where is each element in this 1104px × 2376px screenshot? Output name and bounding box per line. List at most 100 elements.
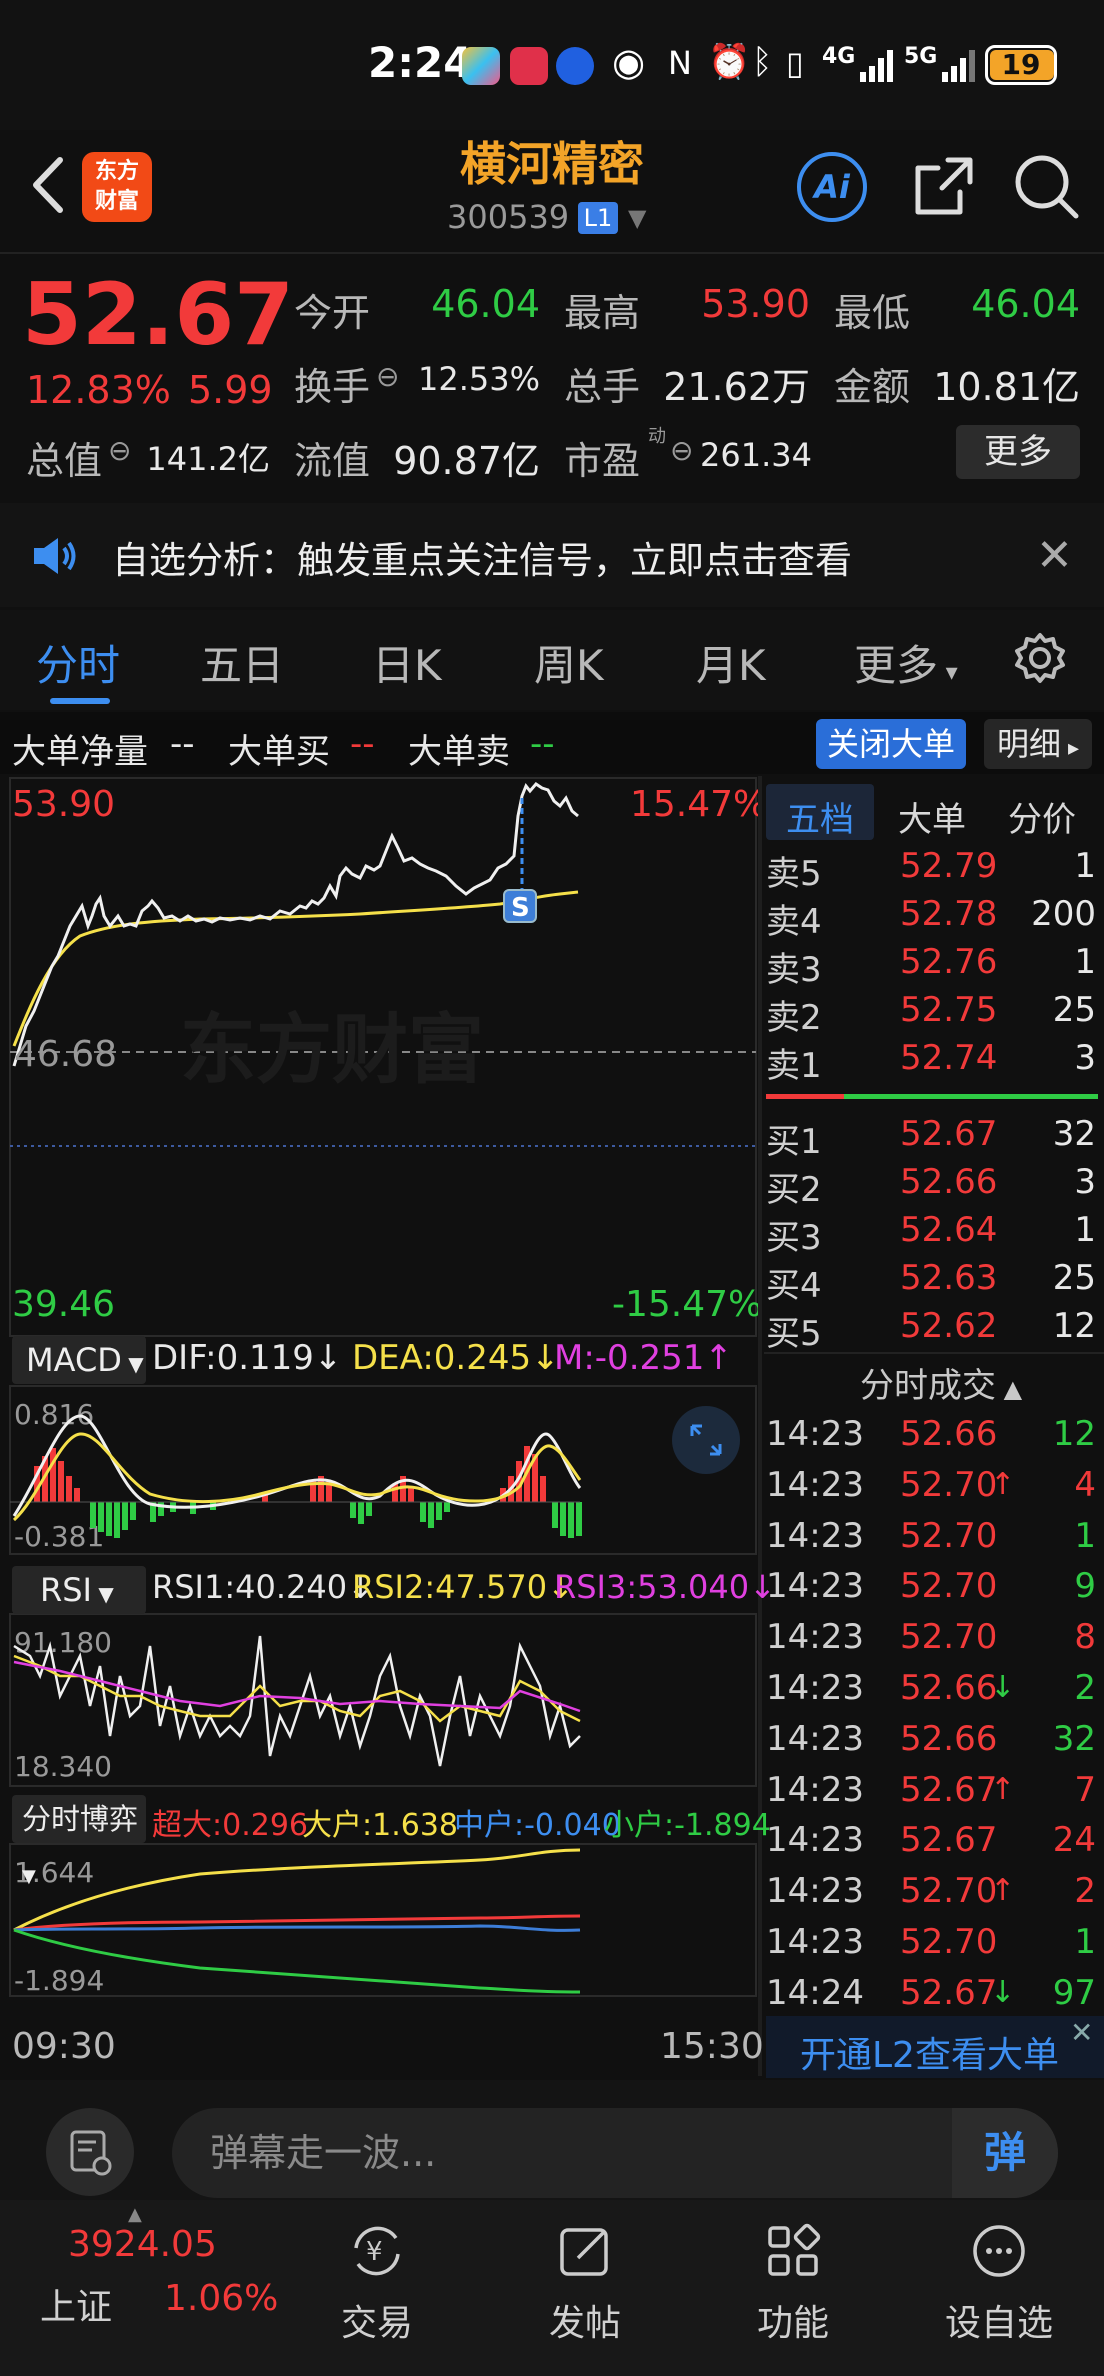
signal-4g-icon: 4G [822, 44, 856, 69]
bid-price[interactable]: 52.66 [900, 1162, 997, 1202]
ask-price[interactable]: 52.76 [900, 942, 997, 982]
search-icon[interactable] [1010, 150, 1082, 222]
ticks-title-text: 分时成交 [860, 1366, 996, 1406]
danmaku-input[interactable]: 弹幕走一波... [172, 2108, 1058, 2198]
big-order-sell-label: 大单卖 [408, 732, 510, 772]
rsi-bottom: 18.340 [14, 1750, 112, 1783]
signal-5g-label: 5G [904, 44, 938, 69]
detail-button[interactable]: 明细 ▸ [984, 719, 1092, 769]
tick-time: 14:23 [766, 1668, 864, 1708]
nav-post[interactable]: 发帖 [520, 2218, 650, 2346]
change-value: 5.99 [188, 368, 273, 412]
close-big-order-button[interactable]: 关闭大单 [816, 719, 966, 769]
ai-assistant-button[interactable]: Ai [797, 152, 867, 222]
rsi-selector[interactable]: RSI ▼ [12, 1566, 146, 1614]
tick-volume: 2 [1074, 1871, 1096, 1912]
ticks-title[interactable]: 分时成交 ▲ [860, 1358, 1022, 1407]
info-icon[interactable]: ⊖ [670, 434, 693, 467]
bid-label: 买5 [766, 1314, 822, 1354]
tick-time: 14:23 [766, 1871, 864, 1912]
ask-price[interactable]: 52.74 [900, 1038, 997, 1078]
tick-direction-arrow: ↑ [990, 1466, 1016, 1502]
pe-value: 261.34 [700, 436, 812, 474]
chevron-down-icon[interactable]: ▼ [628, 204, 646, 232]
tick-volume: 1 [1074, 1515, 1096, 1556]
ask-price[interactable]: 52.75 [900, 990, 997, 1030]
caret-up-icon: ▲ [996, 1375, 1023, 1403]
order-book-tab-big[interactable]: 大单 [898, 792, 966, 841]
tab-daily-k[interactable]: 日K [372, 632, 442, 693]
bid-volume: 25 [1052, 1258, 1096, 1298]
more-button[interactable]: 更多 [956, 425, 1080, 479]
index-name[interactable]: 上证 [40, 2278, 112, 2330]
status-bar [0, 0, 1104, 130]
rsi-name: RSI [40, 1571, 92, 1609]
nfc-icon: N [668, 44, 692, 82]
vibrate-icon: ▯ [786, 44, 804, 82]
amount-label: 金额 [834, 365, 911, 409]
big-order-net-value: -- [170, 724, 195, 764]
tick-time: 14:23 [766, 1515, 864, 1556]
detail-label: 明细 [996, 725, 1061, 763]
close-icon[interactable]: ✕ [1070, 2016, 1093, 2049]
tab-intraday[interactable]: 分时 [36, 632, 120, 693]
tab-monthly-k[interactable]: 月K [696, 632, 766, 693]
bo-game-selector[interactable]: 分时博弈 ▼ [12, 1795, 146, 1887]
low-value: 46.04 [971, 282, 1080, 326]
bid-price[interactable]: 52.64 [900, 1210, 997, 1250]
level-badge[interactable]: L1 [578, 202, 618, 234]
tab-indicator [50, 698, 110, 704]
intraday-chart[interactable]: 东方财富 S 53.90 15.47% 46.68 39.46 -15.47% … [0, 776, 760, 2076]
l2-banner-text[interactable]: 开通L2查看大单 [800, 2026, 1059, 2078]
ask-volume: 1 [1074, 846, 1096, 886]
tab-more[interactable]: 更多 ▾ [854, 632, 958, 693]
status-time: 2:24 [368, 38, 473, 87]
big-order-net-label: 大单净量 [12, 732, 148, 772]
nav-trade[interactable]: ¥ 交易 [312, 2218, 442, 2346]
ask-label: 卖3 [766, 950, 822, 990]
tab-weekly-k[interactable]: 周K [534, 632, 604, 693]
index-percent[interactable]: 1.06% [164, 2278, 278, 2319]
open-label: 今开 [294, 291, 371, 335]
signal-marker-label: S [511, 893, 530, 923]
ask-volume: 200 [1031, 894, 1096, 934]
caret-down-icon: ▼ [121, 1352, 144, 1376]
index-value[interactable]: 3924.05 [68, 2224, 217, 2265]
danmaku-send-button[interactable]: 弹 [952, 2108, 1058, 2198]
info-icon[interactable]: ⊖ [108, 434, 131, 467]
ask-price[interactable]: 52.79 [900, 846, 997, 886]
axis-low-price: 39.46 [12, 1284, 115, 1325]
ask-volume: 3 [1074, 1038, 1096, 1078]
axis-high-price: 53.90 [12, 784, 115, 825]
info-icon[interactable]: ⊖ [376, 360, 399, 393]
close-icon[interactable]: ✕ [1036, 530, 1073, 581]
big-order-buy-label: 大单买 [228, 732, 330, 772]
bo-game-large: 大户:1.638 [302, 1808, 458, 1843]
order-book-tab-level5[interactable]: 五档 [786, 792, 854, 841]
gear-icon[interactable] [1014, 632, 1066, 684]
current-price: 52.67 [22, 265, 295, 365]
share-icon[interactable] [908, 150, 978, 222]
big-order-sell-value: -- [530, 724, 555, 764]
danmaku-settings-icon[interactable] [46, 2108, 134, 2196]
tick-price: 52.70 [900, 1566, 998, 1607]
rsi2: RSI2:47.570↓ [352, 1568, 574, 1606]
tick-price: 52.67 [900, 1769, 998, 1810]
bid-price[interactable]: 52.62 [900, 1306, 997, 1346]
bid-label: 买1 [766, 1122, 822, 1162]
float-cap-label: 流值 [294, 439, 371, 483]
bid-price[interactable]: 52.63 [900, 1258, 997, 1298]
nav-add-watchlist[interactable]: 设自选 [934, 2218, 1064, 2346]
ask-price[interactable]: 52.78 [900, 894, 997, 934]
tab-five-day[interactable]: 五日 [200, 632, 284, 693]
tick-price: 52.66 [900, 1414, 998, 1454]
signal-bars-icon-2 [942, 50, 975, 82]
nav-functions[interactable]: 功能 [728, 2218, 858, 2346]
ask-label: 卖5 [766, 854, 822, 894]
macd-selector[interactable]: MACD ▼ [12, 1336, 146, 1384]
order-book-tab-price[interactable]: 分价 [1008, 792, 1076, 841]
bid-price[interactable]: 52.67 [900, 1114, 997, 1154]
tick-volume: 32 [1052, 1718, 1096, 1759]
notice-text[interactable]: 自选分析：触发重点关注信号，立即点击查看 [112, 530, 852, 584]
axis-low-pct: -15.47% [612, 1284, 760, 1325]
